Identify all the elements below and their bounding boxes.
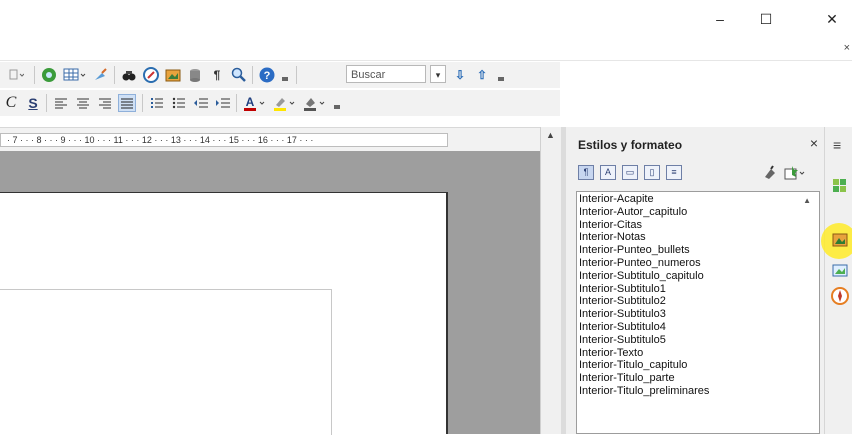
style-list-item[interactable]: Interior-Subtitulo5	[579, 334, 819, 347]
frame-styles-icon[interactable]: ▭	[622, 165, 638, 180]
style-list-item[interactable]: Interior-Titulo_preliminares	[579, 385, 819, 398]
underline-button[interactable]: S	[26, 94, 40, 112]
horizontal-ruler[interactable]: · 7 · · · 8 · · · 9 · · · 10 · · · 11 · …	[0, 127, 560, 152]
toolbar-separator	[46, 94, 47, 112]
increase-indent-icon[interactable]	[214, 94, 232, 112]
new-style-icon[interactable]	[784, 165, 806, 186]
navigator-icon[interactable]	[40, 66, 58, 84]
align-center-icon[interactable]	[74, 94, 92, 112]
gallery-icon[interactable]	[831, 261, 849, 279]
search-down-icon[interactable]: ⇩	[452, 66, 468, 84]
paste-dropdown-icon[interactable]	[6, 66, 26, 84]
style-list-item[interactable]: Interior-Titulo_capitulo	[579, 359, 819, 372]
style-list-item[interactable]: Interior-Subtitulo2	[579, 295, 819, 308]
italic-button[interactable]: C	[4, 94, 18, 112]
document-page[interactable]	[0, 192, 448, 435]
style-list-item[interactable]: Interior-Subtitulo4	[579, 321, 819, 334]
styles-list[interactable]: Interior-Acapite Interior-Autor_capitulo I…	[576, 191, 820, 434]
style-list-item[interactable]: Interior-Subtitulo1	[579, 283, 819, 296]
numbering-icon[interactable]	[148, 94, 166, 112]
panel-title: Estilos y formateo	[578, 138, 683, 152]
navigator-icon[interactable]	[831, 287, 849, 305]
zoom-icon[interactable]	[230, 66, 248, 84]
style-list-item[interactable]: Interior-Texto	[579, 347, 819, 360]
toolbar-overflow-icon[interactable]	[496, 66, 506, 84]
insert-image-icon[interactable]	[164, 66, 182, 84]
table-icon[interactable]	[62, 66, 88, 84]
style-list-item[interactable]: Interior-Subtitulo3	[579, 308, 819, 321]
basic-shapes-icon[interactable]	[142, 66, 160, 84]
panel-close-button[interactable]: ×	[810, 135, 818, 151]
search-up-icon[interactable]: ⇧	[474, 66, 490, 84]
page-styles-icon[interactable]: ▯	[644, 165, 660, 180]
style-list-item[interactable]: Interior-Acapite	[579, 193, 819, 206]
style-list-item[interactable]: Interior-Punteo_numeros	[579, 257, 819, 270]
formatting-marks-icon[interactable]: ¶	[208, 66, 226, 84]
close-document-button[interactable]: ×	[844, 42, 850, 54]
style-list-item[interactable]: Interior-Subtitulo_capitulo	[579, 270, 819, 283]
list-scroll-up-icon[interactable]: ▲	[803, 196, 811, 205]
svg-text:A: A	[246, 95, 255, 109]
align-left-icon[interactable]	[52, 94, 70, 112]
font-color-icon[interactable]: A	[242, 94, 268, 112]
justify-icon[interactable]	[118, 94, 136, 112]
paragraph-styles-icon[interactable]: ¶	[578, 165, 594, 180]
style-list-item[interactable]: Interior-Notas	[579, 231, 819, 244]
style-list-item[interactable]: Interior-Autor_capitulo	[579, 206, 819, 219]
styles-panel: Estilos y formateo × ¶ A ▭ ▯ ≡ Interior-…	[566, 127, 824, 434]
close-window-button[interactable]: ✕	[812, 8, 852, 30]
ruler-scale: · 7 · · · 8 · · · 9 · · · 10 · · · 11 · …	[0, 133, 448, 147]
minimize-button[interactable]: –	[700, 8, 740, 30]
draw-functions-icon[interactable]	[92, 66, 110, 84]
formatting-toolbar: C S A	[0, 90, 560, 116]
highlight-icon[interactable]	[272, 94, 298, 112]
style-list-item[interactable]: Interior-Titulo_parte	[579, 372, 819, 385]
list-styles-icon[interactable]: ≡	[666, 165, 682, 180]
maximize-button[interactable]: ☐	[746, 8, 786, 30]
text-boundary	[0, 289, 332, 435]
fill-format-mode-icon[interactable]	[762, 165, 778, 186]
toolbar-overflow-icon[interactable]	[280, 66, 290, 84]
styles-icon[interactable]	[831, 231, 849, 249]
scroll-up-arrow-icon[interactable]: ▲	[546, 130, 555, 140]
database-icon[interactable]	[186, 66, 204, 84]
toolbar-separator	[252, 66, 253, 84]
document-area[interactable]	[0, 151, 561, 435]
help-icon[interactable]: ?	[258, 66, 276, 84]
standard-toolbar: ¶ ? Buscar ▾ ⇩ ⇧	[0, 62, 560, 88]
style-list-item[interactable]: Interior-Punteo_bullets	[579, 244, 819, 257]
search-input[interactable]: Buscar	[346, 65, 426, 83]
toolbar-separator	[296, 66, 297, 84]
toolbar-overflow-icon[interactable]	[332, 94, 342, 112]
title-bar: – ☐ ✕	[0, 0, 852, 38]
svg-text:?: ?	[264, 70, 271, 82]
background-color-icon[interactable]	[302, 94, 328, 112]
style-list-item[interactable]: Interior-Citas	[579, 219, 819, 232]
bullets-icon[interactable]	[170, 94, 188, 112]
character-styles-icon[interactable]: A	[600, 165, 616, 180]
properties-icon[interactable]	[831, 177, 849, 195]
sidebar-deck: ≡	[821, 127, 852, 434]
toolbar-separator	[114, 66, 115, 84]
toolbar-separator	[34, 66, 35, 84]
align-right-icon[interactable]	[96, 94, 114, 112]
toolbar-separator	[142, 94, 143, 112]
search-dropdown-button[interactable]: ▾	[430, 65, 446, 83]
find-replace-icon[interactable]	[120, 66, 138, 84]
decrease-indent-icon[interactable]	[192, 94, 210, 112]
menu-bar: ×	[0, 38, 852, 61]
sidebar-menu-icon[interactable]: ≡	[833, 137, 841, 153]
vertical-scrollbar[interactable]: ▲	[540, 127, 561, 434]
toolbar-separator	[236, 94, 237, 112]
